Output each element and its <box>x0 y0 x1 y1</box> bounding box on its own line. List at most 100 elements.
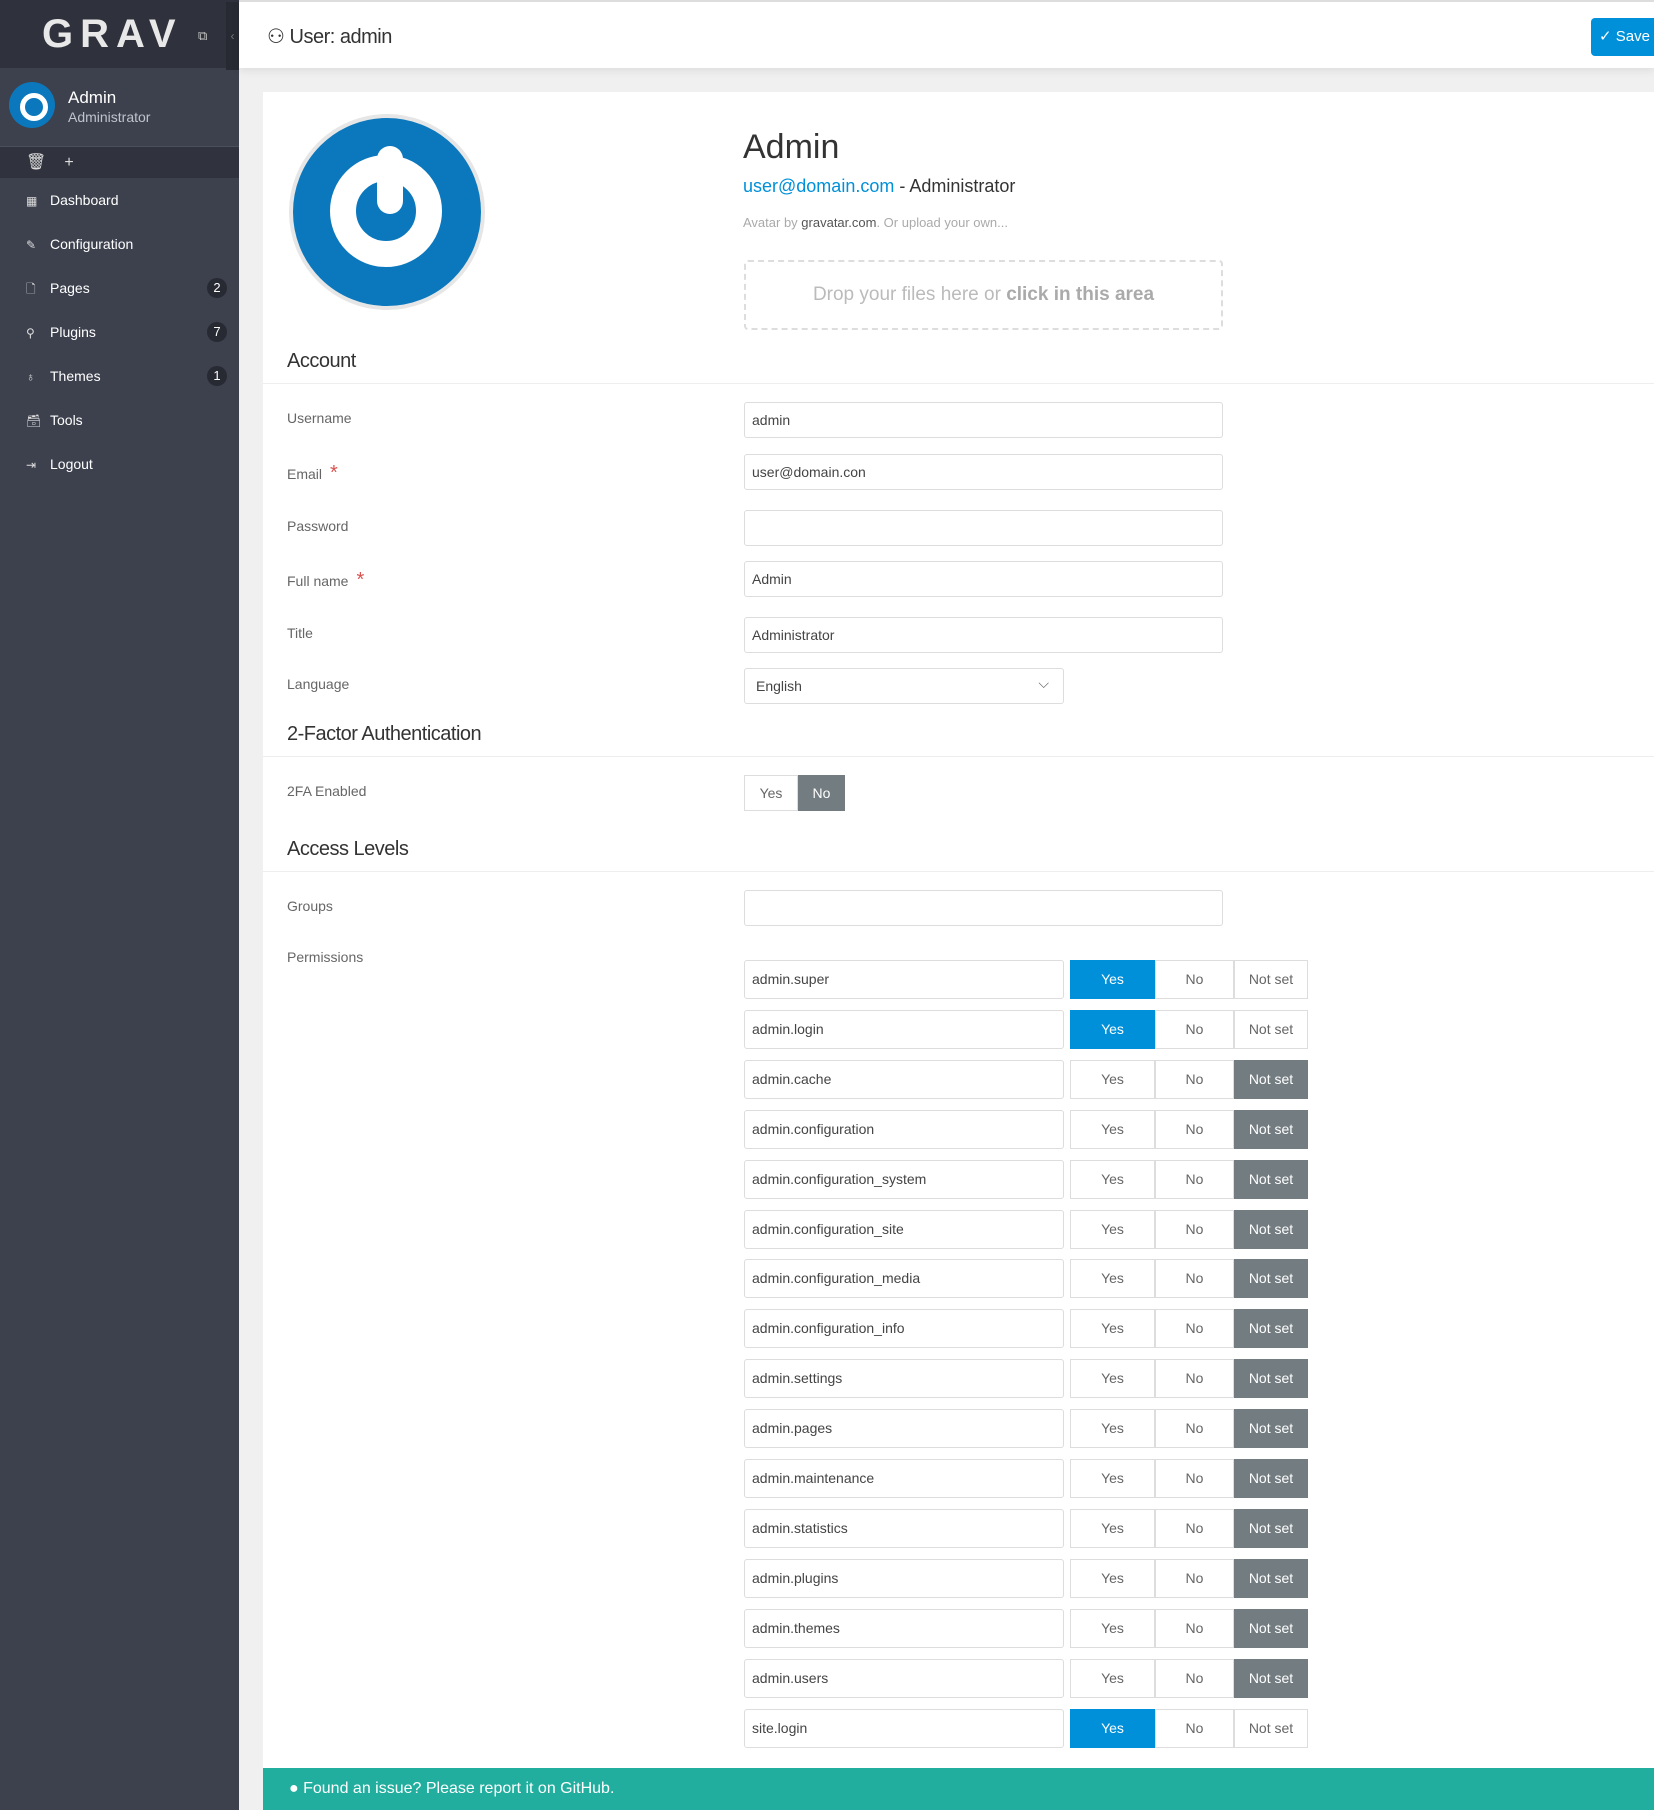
themes-icon: ♁ <box>26 370 35 384</box>
groups-input[interactable] <box>744 890 1223 926</box>
permissions-label: Permissions <box>287 949 364 965</box>
sidebar-item-tools[interactable]: 🗃 Tools <box>0 398 239 442</box>
permission-not-set[interactable]: Not set <box>1234 1059 1308 1099</box>
external-link-icon[interactable]: ⧉ <box>198 28 207 44</box>
twofa-toggle: Yes No <box>744 775 845 811</box>
permission-yes[interactable]: Yes <box>1070 1109 1155 1149</box>
permission-not-set[interactable]: Not set <box>1234 1558 1308 1598</box>
profile-email-link[interactable]: user@domain.com <box>743 176 894 196</box>
sidebar-item-plugins[interactable]: ⚲ Plugins 7 <box>0 310 239 354</box>
permission-no[interactable]: No <box>1155 1009 1234 1049</box>
permission-row: admin.settings Yes No Not set <box>744 1359 1308 1399</box>
permission-not-set[interactable]: Not set <box>1234 1359 1308 1399</box>
permission-not-set[interactable]: Not set <box>1234 1259 1308 1299</box>
permission-yes[interactable]: Yes <box>1070 1309 1155 1349</box>
permission-no[interactable]: No <box>1155 1558 1234 1598</box>
footer-banner[interactable]: ● Found an issue? Please report it on Gi… <box>263 1768 1654 1810</box>
permission-name[interactable]: admin.statistics <box>744 1508 1064 1548</box>
permission-yes[interactable]: Yes <box>1070 1508 1155 1548</box>
tools-icon: 🗃 <box>26 414 42 428</box>
permission-not-set[interactable]: Not set <box>1234 1508 1308 1548</box>
permission-not-set[interactable]: Not set <box>1234 1658 1308 1698</box>
permission-name[interactable]: admin.configuration_info <box>744 1309 1064 1349</box>
permission-name[interactable]: admin.super <box>744 960 1064 999</box>
permission-not-set[interactable]: Not set <box>1234 1409 1308 1449</box>
permission-name[interactable]: admin.configuration_system <box>744 1159 1064 1199</box>
grav-logo[interactable]: GRAV <box>42 12 183 57</box>
email-input[interactable]: user@domain.con <box>744 454 1223 490</box>
permission-not-set[interactable]: Not set <box>1234 1159 1308 1199</box>
title-input[interactable]: Administrator <box>744 617 1223 653</box>
permission-no[interactable]: No <box>1155 1209 1234 1249</box>
sidebar-item-dashboard[interactable]: ▦ Dashboard <box>0 178 239 222</box>
permission-yes[interactable]: Yes <box>1070 1159 1155 1199</box>
permission-no[interactable]: No <box>1155 1359 1234 1399</box>
permission-yes[interactable]: Yes <box>1070 1359 1155 1399</box>
permission-no[interactable]: No <box>1155 1459 1234 1498</box>
permission-no[interactable]: No <box>1155 1159 1234 1199</box>
permission-name[interactable]: admin.plugins <box>744 1558 1064 1598</box>
permission-yes[interactable]: Yes <box>1070 1708 1155 1748</box>
language-select[interactable]: English <box>744 666 1064 704</box>
permission-not-set[interactable]: Not set <box>1234 960 1308 999</box>
sidebar-user[interactable]: Admin Administrator <box>0 68 239 147</box>
permission-row: admin.login Yes No Not set <box>744 1009 1308 1049</box>
permission-not-set[interactable]: Not set <box>1234 1009 1308 1049</box>
sidebar-item-pages[interactable]: 🗋 Pages 2 <box>0 266 239 310</box>
header: ⚇ User: admin ✓ Save <box>239 0 1654 68</box>
permission-not-set[interactable]: Not set <box>1234 1209 1308 1249</box>
permission-name[interactable]: admin.configuration_media <box>744 1259 1064 1299</box>
permission-name[interactable]: admin.login <box>744 1009 1064 1049</box>
gravatar-link[interactable]: gravatar.com <box>801 215 876 230</box>
permission-yes[interactable]: Yes <box>1070 1658 1155 1698</box>
permission-name[interactable]: admin.users <box>744 1658 1064 1698</box>
permission-no[interactable]: No <box>1155 1608 1234 1648</box>
permission-no[interactable]: No <box>1155 1059 1234 1099</box>
permission-name[interactable]: admin.cache <box>744 1059 1064 1099</box>
permission-name[interactable]: site.login <box>744 1708 1064 1748</box>
permission-name[interactable]: admin.configuration_site <box>744 1209 1064 1249</box>
permission-no[interactable]: No <box>1155 960 1234 999</box>
fullname-input[interactable]: Admin <box>744 561 1223 597</box>
trash-icon[interactable]: 🗑 <box>26 154 46 171</box>
permission-yes[interactable]: Yes <box>1070 1459 1155 1498</box>
permission-not-set[interactable]: Not set <box>1234 1608 1308 1648</box>
permission-no[interactable]: No <box>1155 1109 1234 1149</box>
permission-no[interactable]: No <box>1155 1409 1234 1449</box>
twofa-no[interactable]: No <box>798 775 845 811</box>
permission-yes[interactable]: Yes <box>1070 1059 1155 1099</box>
file-dropzone[interactable]: Drop your files here or click in this ar… <box>744 260 1223 330</box>
permission-no[interactable]: No <box>1155 1259 1234 1299</box>
plugins-icon: ⚲ <box>26 326 35 340</box>
username-input[interactable]: admin <box>744 402 1223 438</box>
save-button[interactable]: ✓ Save <box>1591 18 1654 56</box>
plus-icon[interactable]: + <box>64 154 73 171</box>
permission-not-set[interactable]: Not set <box>1234 1708 1308 1748</box>
permission-yes[interactable]: Yes <box>1070 1409 1155 1449</box>
permission-yes[interactable]: Yes <box>1070 1558 1155 1598</box>
password-input[interactable] <box>744 510 1223 546</box>
permission-not-set[interactable]: Not set <box>1234 1309 1308 1349</box>
collapse-sidebar-button[interactable]: ‹ <box>226 2 239 70</box>
sidebar-item-logout[interactable]: ⇥ Logout <box>0 442 239 486</box>
permission-name[interactable]: admin.maintenance <box>744 1459 1064 1498</box>
permission-yes[interactable]: Yes <box>1070 960 1155 999</box>
permission-no[interactable]: No <box>1155 1309 1234 1349</box>
permission-name[interactable]: admin.settings <box>744 1359 1064 1399</box>
permission-name[interactable]: admin.themes <box>744 1608 1064 1648</box>
permission-not-set[interactable]: Not set <box>1234 1109 1308 1149</box>
permission-toggle: Yes No Not set <box>1070 1359 1308 1399</box>
sidebar-item-configuration[interactable]: ✎ Configuration <box>0 222 239 266</box>
permission-no[interactable]: No <box>1155 1658 1234 1698</box>
twofa-yes[interactable]: Yes <box>744 775 798 811</box>
permission-not-set[interactable]: Not set <box>1234 1459 1308 1498</box>
permission-name[interactable]: admin.configuration <box>744 1109 1064 1149</box>
permission-yes[interactable]: Yes <box>1070 1259 1155 1299</box>
permission-no[interactable]: No <box>1155 1508 1234 1548</box>
permission-name[interactable]: admin.pages <box>744 1409 1064 1449</box>
permission-yes[interactable]: Yes <box>1070 1009 1155 1049</box>
permission-no[interactable]: No <box>1155 1708 1234 1748</box>
permission-yes[interactable]: Yes <box>1070 1608 1155 1648</box>
sidebar-item-themes[interactable]: ♁ Themes 1 <box>0 354 239 398</box>
permission-yes[interactable]: Yes <box>1070 1209 1155 1249</box>
